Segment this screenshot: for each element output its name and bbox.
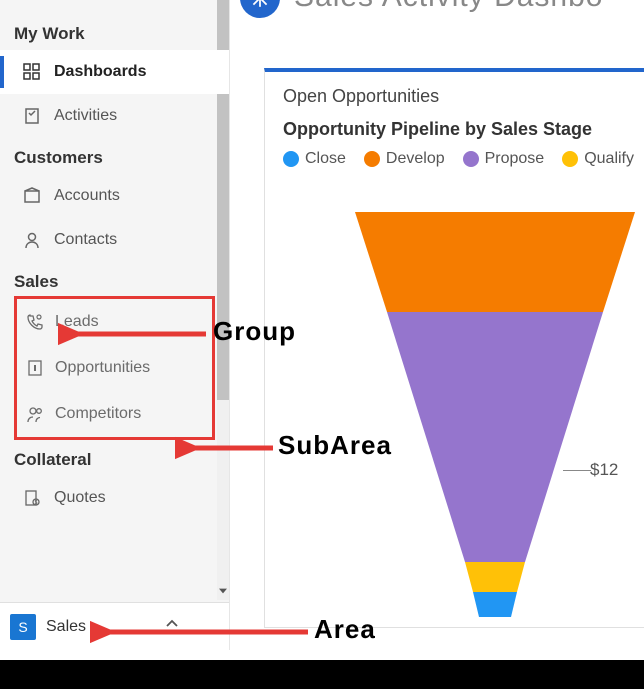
legend-label: Qualify — [584, 150, 634, 168]
sidebar-item-label: Accounts — [54, 187, 120, 205]
sidebar-item-label: Activities — [54, 107, 117, 125]
sidebar-item-opportunities[interactable]: Opportunities — [17, 345, 212, 391]
annotation-label-area: Area — [314, 614, 376, 645]
account-icon — [22, 186, 42, 206]
legend-dot-qualify — [562, 151, 578, 167]
sidebar-item-label: Contacts — [54, 231, 117, 249]
clipboard-icon — [22, 106, 42, 126]
sidebar-item-label: Dashboards — [54, 63, 146, 81]
sidebar: My Work Dashboards Activities Customers … — [0, 0, 230, 650]
value-tick — [563, 470, 591, 471]
chevron-up-icon — [165, 617, 179, 631]
legend-label: Propose — [485, 150, 545, 168]
brand-icon — [240, 0, 280, 18]
black-border — [0, 660, 644, 689]
sidebar-item-label: Quotes — [54, 489, 106, 507]
card-title: Open Opportunities — [283, 86, 644, 107]
legend-label: Develop — [386, 150, 445, 168]
area-switcher[interactable]: S Sales — [0, 602, 229, 650]
opportunity-icon — [25, 358, 45, 378]
sales-subarea-highlight: Leads Opportunities Competitors — [14, 296, 215, 440]
area-label: Sales — [46, 618, 86, 636]
sidebar-item-dashboards[interactable]: Dashboards — [0, 50, 229, 94]
funnel-value-label: $12 — [590, 460, 618, 480]
svg-text:$: $ — [35, 500, 38, 506]
group-customers: Customers — [0, 138, 229, 174]
legend-propose[interactable]: Propose — [463, 150, 545, 168]
annotation-label-subarea: SubArea — [278, 430, 392, 461]
annotation-label-group: Group — [213, 316, 296, 347]
legend-qualify[interactable]: Qualify — [562, 150, 634, 168]
legend-dot-propose — [463, 151, 479, 167]
legend-close[interactable]: Close — [283, 150, 346, 168]
sidebar-item-label: Leads — [55, 313, 99, 331]
group-collateral: Collateral — [0, 440, 229, 476]
phone-icon — [25, 312, 45, 332]
dashboard-icon — [22, 62, 42, 82]
sidebar-item-contacts[interactable]: Contacts — [0, 218, 229, 262]
person-icon — [22, 230, 42, 250]
sidebar-item-label: Competitors — [55, 405, 141, 423]
legend-label: Close — [305, 150, 346, 168]
chart-title: Opportunity Pipeline by Sales Stage — [283, 119, 644, 140]
sidebar-item-leads[interactable]: Leads — [17, 299, 212, 345]
page-title: Sales Activity Dashbo — [294, 0, 603, 14]
legend-dot-develop — [364, 151, 380, 167]
competitor-icon — [25, 404, 45, 424]
funnel-chart — [335, 212, 644, 622]
group-sales: Sales — [0, 262, 229, 298]
sidebar-item-activities[interactable]: Activities — [0, 94, 229, 138]
opportunities-card: Open Opportunities Opportunity Pipeline … — [264, 68, 644, 628]
scroll-down-icon[interactable] — [219, 587, 227, 595]
area-badge: S — [10, 614, 36, 640]
app-header: Sales Activity Dashbo — [230, 0, 644, 40]
legend-develop[interactable]: Develop — [364, 150, 445, 168]
quote-icon: $ — [22, 488, 42, 508]
sidebar-item-accounts[interactable]: Accounts — [0, 174, 229, 218]
sidebar-item-quotes[interactable]: $ Quotes — [0, 476, 229, 520]
sidebar-item-competitors[interactable]: Competitors — [17, 391, 212, 437]
chart-legend: Close Develop Propose Qualify — [283, 150, 644, 168]
legend-dot-close — [283, 151, 299, 167]
group-my-work: My Work — [0, 14, 229, 50]
sidebar-item-label: Opportunities — [55, 359, 150, 377]
